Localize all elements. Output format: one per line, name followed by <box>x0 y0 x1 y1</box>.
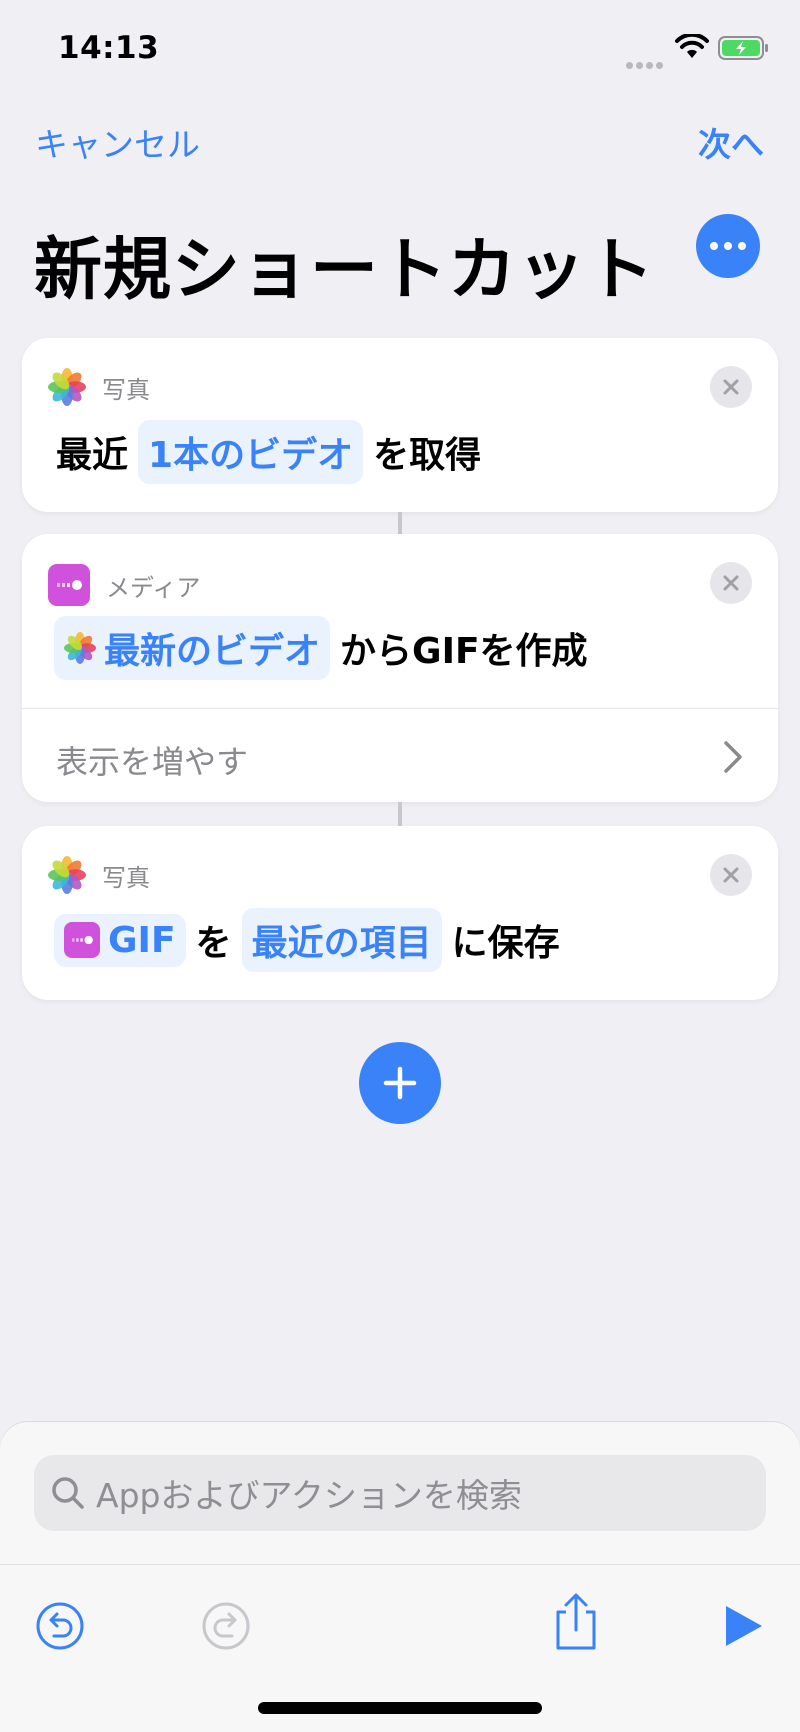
action-text: からGIFを作成 <box>340 631 588 672</box>
run-button[interactable] <box>716 1598 772 1654</box>
action-app-label: メディア <box>106 573 201 602</box>
battery-icon <box>718 36 768 60</box>
wifi-icon <box>675 34 709 58</box>
remove-action-button[interactable] <box>710 562 752 604</box>
chevron-right-icon <box>724 741 742 773</box>
action-sentence: 最近 1本のビデオ を取得 <box>56 420 481 484</box>
add-action-button[interactable] <box>359 1042 441 1124</box>
search-input[interactable]: Appおよびアクションを検索 <box>34 1455 766 1531</box>
more-options-button[interactable] <box>696 214 760 278</box>
action-app-label: 写真 <box>102 375 150 404</box>
search-placeholder: Appおよびアクションを検索 <box>96 1476 522 1515</box>
action-text: を <box>195 923 232 964</box>
undo-button[interactable] <box>32 1598 88 1654</box>
action-sentence: 最新のビデオ からGIFを作成 <box>44 616 588 680</box>
parameter-token-latest-video[interactable]: 最新のビデオ <box>54 616 331 680</box>
share-button[interactable] <box>548 1590 604 1654</box>
next-button[interactable]: 次へ <box>698 118 764 166</box>
photos-app-icon <box>48 856 86 894</box>
page-title: 新規ショートカット <box>34 231 656 310</box>
action-sentence: GIF を 最近の項目 に保存 <box>44 908 560 972</box>
action-text: に保存 <box>451 923 560 964</box>
photos-app-icon <box>64 632 96 664</box>
parameter-token-album[interactable]: 最近の項目 <box>241 908 442 972</box>
parameter-token[interactable]: 1本のビデオ <box>138 420 364 484</box>
close-icon <box>723 575 739 591</box>
media-app-icon <box>48 564 90 606</box>
plus-icon <box>383 1066 417 1100</box>
action-connector <box>398 802 402 826</box>
home-indicator <box>258 1702 542 1714</box>
cancel-button[interactable]: キャンセル <box>35 118 200 166</box>
action-connector <box>398 512 402 534</box>
photos-app-icon <box>48 368 86 406</box>
action-card-save-gif[interactable]: 写真 GIF を 最近の項目 に保存 <box>22 826 778 1000</box>
close-icon <box>723 379 739 395</box>
status-time: 14:13 <box>58 30 160 66</box>
remove-action-button[interactable] <box>710 366 752 408</box>
parameter-token-gif[interactable]: GIF <box>54 913 186 967</box>
action-text: 最近 <box>56 435 129 476</box>
action-card-make-gif[interactable]: メディア 最新のビデオ からGIFを作成 表示を増やす <box>22 534 778 802</box>
action-card-get-videos[interactable]: 写真 最近 1本のビデオ を取得 <box>22 338 778 512</box>
signal-icon <box>626 54 666 69</box>
show-more-label: 表示を増やす <box>56 743 249 781</box>
redo-button[interactable] <box>198 1598 254 1654</box>
action-app-label: 写真 <box>102 863 150 892</box>
close-icon <box>723 867 739 883</box>
toolbar-divider <box>0 1564 800 1565</box>
search-icon <box>52 1477 84 1509</box>
action-search-sheet: Appおよびアクションを検索 <box>0 1422 800 1732</box>
media-app-icon <box>64 922 100 958</box>
action-text: を取得 <box>373 435 482 476</box>
token-label: GIF <box>108 919 176 961</box>
show-more-row[interactable]: 表示を増やす <box>22 708 778 802</box>
remove-action-button[interactable] <box>710 854 752 896</box>
token-label: 最新のビデオ <box>104 631 321 672</box>
ellipsis-icon <box>710 242 718 250</box>
